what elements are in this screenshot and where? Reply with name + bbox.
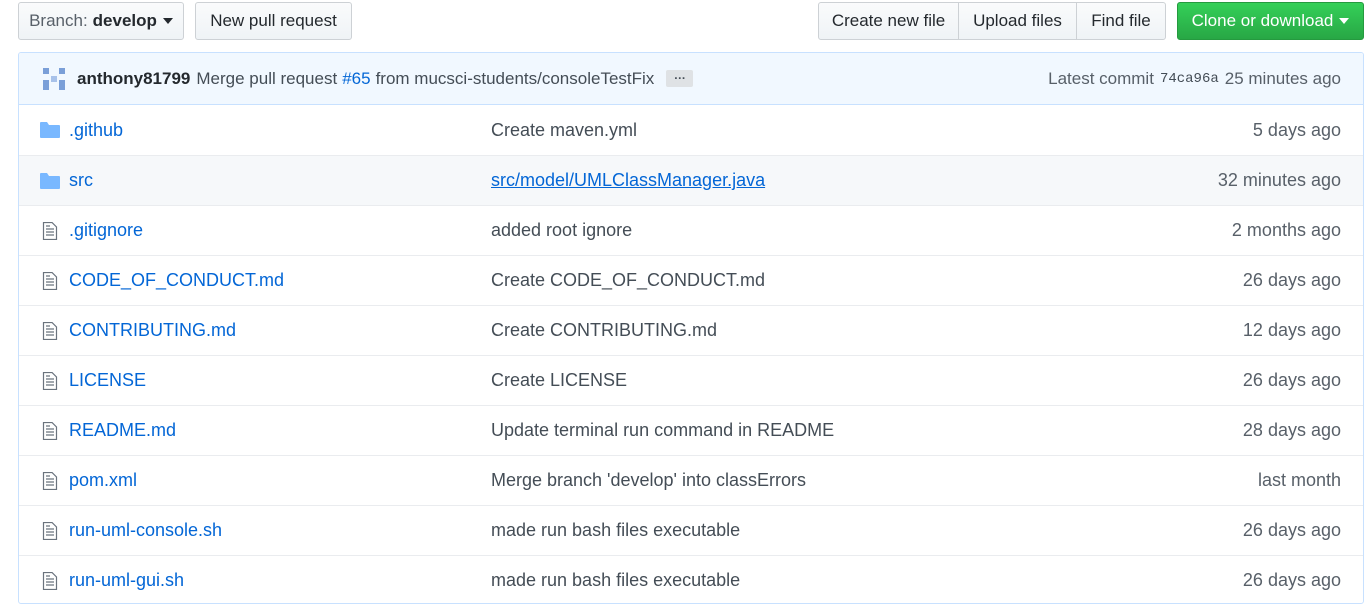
branch-select-button[interactable]: Branch: develop	[18, 2, 184, 40]
commit-message-link[interactable]: Update terminal run command in README	[491, 420, 834, 441]
commit-age: 12 days ago	[1242, 320, 1341, 340]
branch-prefix: Branch:	[29, 11, 88, 30]
file-text-icon	[40, 371, 60, 391]
commit-message-link[interactable]: made run bash files executable	[491, 570, 740, 591]
chevron-down-icon	[162, 18, 173, 24]
clone-label: Clone or download	[1191, 11, 1334, 30]
table-row[interactable]: CONTRIBUTING.md Create CONTRIBUTING.md 12 …	[19, 305, 1363, 355]
commit-age: 32 minutes ago	[1217, 170, 1341, 190]
commit-message-link[interactable]: Create maven.yml	[491, 120, 637, 141]
branch-name: develop	[92, 11, 157, 30]
file-name-link[interactable]: README.md	[69, 420, 176, 441]
commit-message-link[interactable]: Create CODE_OF_CONDUCT.md	[491, 270, 765, 291]
file-name-link[interactable]: src	[69, 170, 93, 191]
file-actions-group: Create new file Upload files Find file	[818, 2, 1166, 40]
table-row[interactable]: README.md Update terminal run command in …	[19, 405, 1363, 455]
table-row[interactable]: pom.xml Merge branch 'develop' into class…	[19, 455, 1363, 505]
table-row[interactable]: run-uml-gui.sh made run bash files execut…	[19, 555, 1363, 603]
file-text-icon	[40, 521, 60, 541]
commit-author-link[interactable]: anthony81799	[77, 69, 190, 89]
find-file-button[interactable]: Find file	[1076, 2, 1166, 40]
commit-message-link[interactable]: added root ignore	[491, 220, 632, 241]
table-row[interactable]: CODE_OF_CONDUCT.md Create CODE_OF_CONDUCT…	[19, 255, 1363, 305]
expand-commit-button[interactable]: …	[666, 69, 694, 87]
commit-sha-link[interactable]: 74ca96a	[1160, 71, 1219, 87]
commit-age: 2 months ago	[1231, 220, 1341, 240]
file-text-icon	[40, 421, 60, 441]
folder-icon	[40, 172, 60, 190]
avatar[interactable]	[41, 66, 67, 92]
table-row[interactable]: .gitignore added root ignore 2 months ago	[19, 205, 1363, 255]
commit-age: 26 days ago	[1242, 270, 1341, 290]
file-name-link[interactable]: .github	[69, 120, 123, 141]
commit-age: 26 days ago	[1242, 520, 1341, 540]
create-new-file-button[interactable]: Create new file	[818, 2, 959, 40]
commit-age: 5 days ago	[1252, 119, 1341, 140]
commit-message-link[interactable]: made run bash files executable	[491, 520, 740, 541]
commit-message-link[interactable]: Merge branch 'develop' into classErrors	[491, 470, 806, 491]
file-name-link[interactable]: .gitignore	[69, 220, 143, 241]
upload-files-button[interactable]: Upload files	[958, 2, 1077, 40]
latest-commit-label: Latest commit	[1048, 69, 1154, 88]
latest-commit-bar: anthony81799 Merge pull request #65 from…	[19, 53, 1363, 105]
table-row[interactable]: run-uml-console.sh made run bash files ex…	[19, 505, 1363, 555]
commit-age: 25 minutes ago	[1224, 69, 1341, 88]
file-list: .github Create maven.yml 5 days ago src src/…	[19, 105, 1363, 603]
table-row[interactable]: .github Create maven.yml 5 days ago	[19, 105, 1363, 155]
pull-request-link[interactable]: #65	[342, 69, 370, 89]
file-text-icon	[40, 571, 60, 591]
commit-age: last month	[1257, 470, 1341, 490]
file-text-icon	[40, 471, 60, 491]
commit-message-link[interactable]: Create CONTRIBUTING.md	[491, 320, 717, 341]
file-name-link[interactable]: run-uml-gui.sh	[69, 570, 184, 591]
repo-toolbar: Branch: develop New pull request Create …	[18, 2, 1364, 40]
clone-or-download-button[interactable]: Clone or download	[1177, 2, 1364, 40]
commit-age: 28 days ago	[1242, 420, 1341, 440]
file-name-link[interactable]: LICENSE	[69, 370, 146, 391]
new-pull-request-button[interactable]: New pull request	[195, 2, 352, 40]
commit-age: 26 days ago	[1242, 570, 1341, 590]
table-row[interactable]: LICENSE Create LICENSE 26 days ago	[19, 355, 1363, 405]
commit-message-suffix: from mucsci-students/consoleTestFix	[375, 68, 655, 88]
file-name-link[interactable]: pom.xml	[69, 470, 137, 491]
file-name-link[interactable]: CODE_OF_CONDUCT.md	[69, 270, 284, 291]
file-text-icon	[40, 321, 60, 341]
file-name-link[interactable]: CONTRIBUTING.md	[69, 320, 236, 341]
file-text-icon	[40, 221, 60, 241]
commit-message-prefix: Merge pull request	[196, 68, 338, 88]
commit-message-link[interactable]: Create LICENSE	[491, 370, 627, 391]
file-name-link[interactable]: run-uml-console.sh	[69, 520, 222, 541]
latest-commit-info: Latest commit 74ca96a 25 minutes ago	[1048, 53, 1341, 105]
file-text-icon	[40, 271, 60, 291]
commit-message-link[interactable]: src/model/UMLClassManager.java	[491, 170, 765, 191]
folder-icon	[40, 121, 60, 139]
file-browser: anthony81799 Merge pull request #65 from…	[18, 52, 1364, 604]
commit-age: 26 days ago	[1242, 370, 1341, 390]
chevron-down-icon	[1339, 18, 1350, 24]
table-row[interactable]: src src/model/UMLClassManager.java 32 minu…	[19, 155, 1363, 205]
